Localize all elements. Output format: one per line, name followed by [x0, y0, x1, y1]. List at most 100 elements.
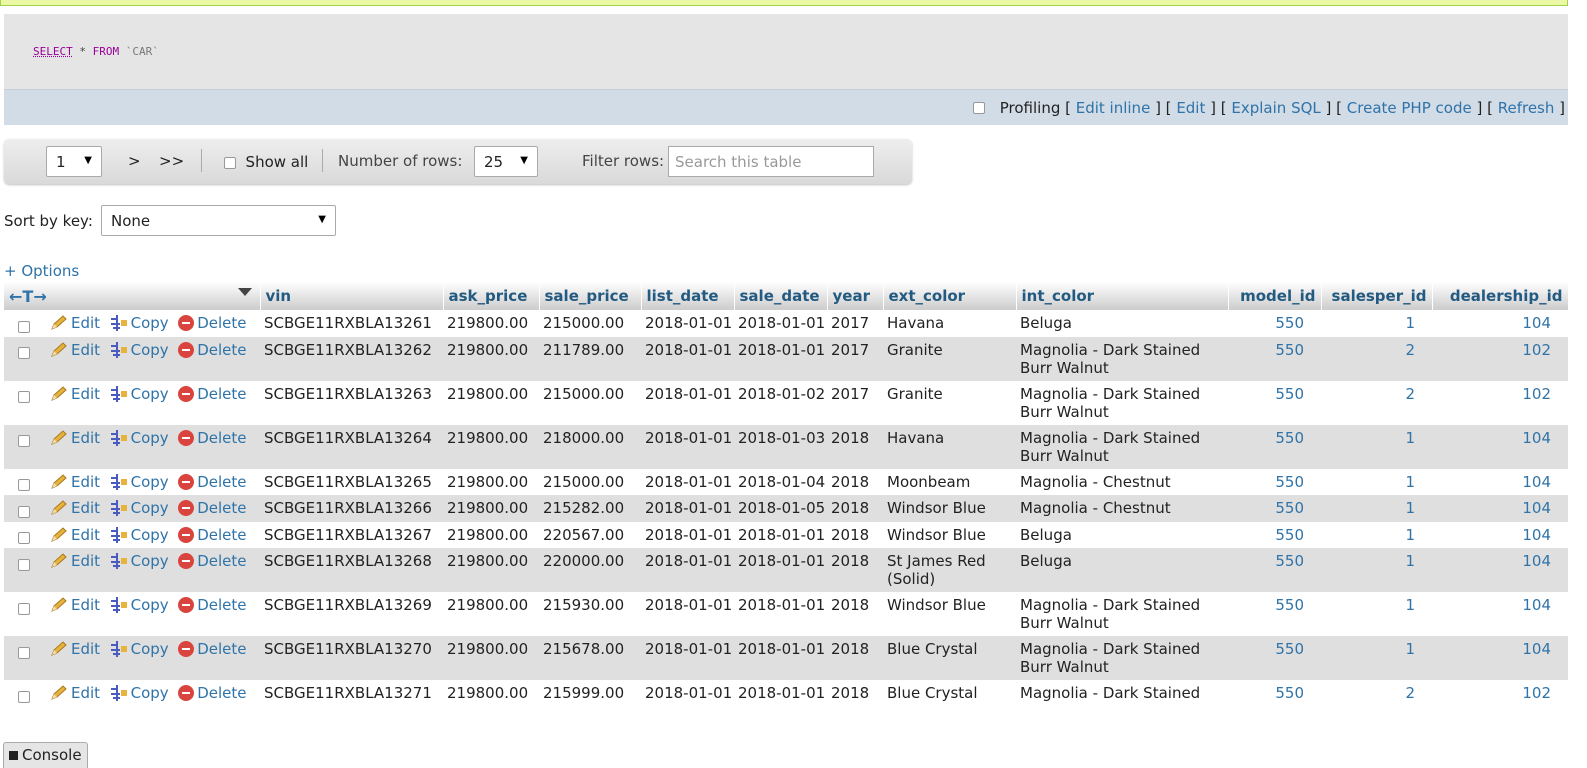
column-header-ext-color[interactable]: ext_color [883, 282, 1017, 310]
refresh-link[interactable]: Refresh [1498, 99, 1555, 117]
options-toggle[interactable]: + Options [4, 262, 79, 280]
column-header-list-date[interactable]: list_date [641, 282, 735, 310]
create-php-code-link[interactable]: Create PHP code [1347, 99, 1472, 117]
cell-dealership-id[interactable]: 102 [1432, 680, 1568, 707]
cell-salesper-id[interactable]: 2 [1321, 680, 1432, 707]
cell-salesper-id[interactable]: 1 [1321, 636, 1432, 680]
row-select-checkbox[interactable] [18, 347, 30, 359]
row-select-checkbox[interactable] [18, 479, 30, 491]
cell-dealership-id[interactable]: 104 [1432, 521, 1568, 548]
cell-model-id[interactable]: 550 [1228, 336, 1321, 381]
table-row[interactable]: Edit Copy Delete SCBGE11RXBLA13270 219800.… [4, 636, 1568, 680]
profiling-checkbox[interactable] [973, 102, 986, 114]
row-select-checkbox[interactable] [18, 505, 30, 518]
cell-salesper-id[interactable]: 1 [1321, 468, 1432, 495]
table-row[interactable]: Edit Copy Delete SCBGE11RXBLA13271 219800.… [4, 680, 1568, 707]
cell-model-id[interactable]: 550 [1228, 424, 1321, 469]
row-copy-link[interactable]: Copy [110, 526, 169, 544]
column-header-int-color[interactable]: int_color [1016, 282, 1229, 310]
row-select-checkbox[interactable] [18, 558, 30, 571]
cell-salesper-id[interactable]: 1 [1321, 495, 1432, 522]
cell-model-id[interactable]: 550 [1228, 310, 1321, 337]
table-row[interactable]: Edit Copy Delete SCBGE11RXBLA13266 219800.… [4, 495, 1568, 522]
sql-keyword-select[interactable]: SELECT [33, 45, 73, 58]
row-edit-link[interactable]: Edit [50, 341, 100, 359]
row-select-checkbox[interactable] [18, 391, 30, 403]
cell-dealership-id[interactable]: 104 [1432, 495, 1568, 522]
filter-rows-input[interactable]: Search this table [668, 146, 874, 177]
row-copy-link[interactable]: Copy [110, 385, 169, 403]
last-page-button[interactable]: >> [159, 152, 184, 170]
column-header-dealership-id[interactable]: dealership_id [1432, 282, 1569, 310]
column-header-year[interactable]: year [827, 282, 884, 310]
cell-model-id[interactable]: 550 [1228, 680, 1321, 707]
table-row[interactable]: Edit Copy Delete SCBGE11RXBLA13268 219800.… [4, 548, 1568, 592]
row-delete-link[interactable]: Delete [178, 314, 247, 332]
cell-dealership-id[interactable]: 104 [1432, 636, 1568, 680]
cell-dealership-id[interactable]: 104 [1432, 592, 1568, 636]
table-row[interactable]: Edit Copy Delete SCBGE11RXBLA13262 219800.… [4, 336, 1568, 381]
table-row[interactable]: Edit Copy Delete SCBGE11RXBLA13265 219800.… [4, 468, 1568, 495]
row-delete-link[interactable]: Delete [178, 526, 247, 544]
row-edit-link[interactable]: Edit [50, 429, 100, 447]
sort-by-key-select[interactable]: None ▼ [101, 205, 336, 236]
cell-salesper-id[interactable]: 1 [1321, 592, 1432, 636]
row-edit-link[interactable]: Edit [50, 684, 100, 702]
row-select-checkbox[interactable] [18, 690, 30, 703]
row-edit-link[interactable]: Edit [50, 314, 100, 332]
cell-salesper-id[interactable]: 1 [1321, 424, 1432, 469]
row-edit-link[interactable]: Edit [50, 552, 100, 570]
cell-model-id[interactable]: 550 [1228, 380, 1321, 425]
row-delete-link[interactable]: Delete [178, 385, 247, 403]
row-edit-link[interactable]: Edit [50, 596, 100, 614]
row-edit-link[interactable]: Edit [50, 640, 100, 658]
row-delete-link[interactable]: Delete [178, 596, 247, 614]
cell-model-id[interactable]: 550 [1228, 521, 1321, 548]
explain-sql-link[interactable]: Explain SQL [1231, 99, 1320, 117]
row-copy-link[interactable]: Copy [110, 596, 169, 614]
dropdown-arrow-icon[interactable] [237, 288, 252, 296]
column-header-ask-price[interactable]: ask_price [443, 282, 540, 310]
row-delete-link[interactable]: Delete [178, 640, 247, 658]
cell-model-id[interactable]: 550 [1228, 495, 1321, 522]
cell-dealership-id[interactable]: 104 [1432, 548, 1568, 592]
row-edit-link[interactable]: Edit [50, 499, 100, 517]
console-toggle[interactable]: Console [3, 742, 88, 768]
row-delete-link[interactable]: Delete [178, 429, 247, 447]
row-edit-link[interactable]: Edit [50, 526, 100, 544]
column-header-salesper-id[interactable]: salesper_id [1321, 282, 1433, 310]
row-edit-link[interactable]: Edit [50, 385, 100, 403]
cell-model-id[interactable]: 550 [1228, 468, 1321, 495]
row-select-checkbox[interactable] [18, 532, 30, 544]
table-row[interactable]: Edit Copy Delete SCBGE11RXBLA13267 219800.… [4, 521, 1568, 548]
cell-dealership-id[interactable]: 102 [1432, 336, 1568, 381]
row-copy-link[interactable]: Copy [110, 473, 169, 491]
show-all-toggle[interactable]: Show all [224, 153, 308, 171]
table-row[interactable]: Edit Copy Delete SCBGE11RXBLA13263 219800.… [4, 380, 1568, 425]
edit-query-link[interactable]: Edit [1176, 99, 1205, 117]
edit-inline-link[interactable]: Edit inline [1076, 99, 1151, 117]
show-all-checkbox[interactable] [224, 156, 236, 169]
cell-salesper-id[interactable]: 2 [1321, 380, 1432, 425]
row-copy-link[interactable]: Copy [110, 429, 169, 447]
sql-query[interactable]: SELECT * FROM `CAR` [33, 45, 159, 58]
row-edit-link[interactable]: Edit [50, 473, 100, 491]
row-select-checkbox[interactable] [18, 602, 30, 615]
row-copy-link[interactable]: Copy [110, 552, 169, 570]
column-header-sale-price[interactable]: sale_price [539, 282, 642, 310]
cell-model-id[interactable]: 550 [1228, 592, 1321, 636]
column-resize-arrows-icon[interactable]: ←T→ [9, 287, 47, 306]
row-copy-link[interactable]: Copy [110, 341, 169, 359]
row-delete-link[interactable]: Delete [178, 552, 247, 570]
row-select-checkbox[interactable] [18, 646, 30, 659]
row-select-checkbox[interactable] [18, 435, 30, 447]
row-delete-link[interactable]: Delete [178, 473, 247, 491]
row-copy-link[interactable]: Copy [110, 640, 169, 658]
table-row[interactable]: Edit Copy Delete SCBGE11RXBLA13264 219800.… [4, 424, 1568, 469]
next-page-button[interactable]: > [128, 152, 141, 170]
column-header-model-id[interactable]: model_id [1228, 282, 1322, 310]
rows-per-page-select[interactable]: 25 ▼ [474, 146, 538, 177]
row-copy-link[interactable]: Copy [110, 314, 169, 332]
cell-salesper-id[interactable]: 1 [1321, 548, 1432, 592]
table-row[interactable]: Edit Copy Delete SCBGE11RXBLA13269 219800.… [4, 592, 1568, 636]
